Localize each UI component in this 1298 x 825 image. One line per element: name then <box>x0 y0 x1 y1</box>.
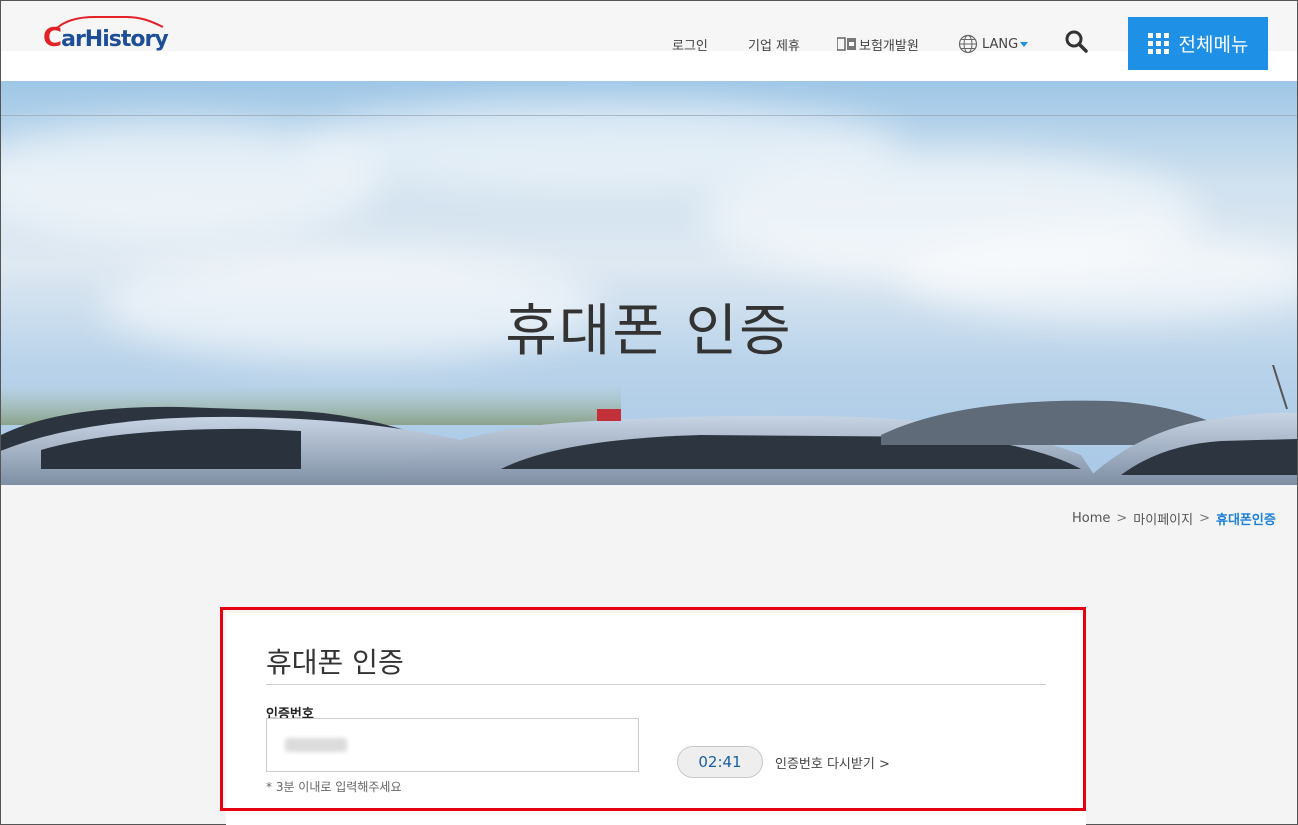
kidi-link[interactable]: 보험개발원 <box>836 35 919 54</box>
header-band <box>1 1 1297 51</box>
breadcrumb-home[interactable]: Home <box>1072 511 1110 526</box>
breadcrumb-current: 휴대폰인증 <box>1216 513 1276 528</box>
chevron-right-icon: > <box>1116 511 1128 526</box>
breadcrumb-mypage[interactable]: 마이페이지 <box>1133 509 1193 528</box>
partner-link[interactable]: 기업 제휴 <box>748 35 800 54</box>
form-title: 휴대폰 인증 <box>266 646 404 679</box>
caret-down-icon <box>1020 41 1029 47</box>
resend-code-link[interactable]: 인증번호 다시받기 > <box>775 753 890 772</box>
language-selector[interactable]: LANG <box>958 34 1029 54</box>
time-limit-hint: * 3분 이내로 입력해주세요 <box>266 780 402 794</box>
carhistory-logo[interactable]: CarHistory <box>43 15 169 55</box>
site-header: CarHistory 로그인 기업 제휴 보험개발원 LANG 전체메뉴 <box>1 1 1297 81</box>
blurred-code-value <box>285 738 347 752</box>
all-menu-button[interactable]: 전체메뉴 <box>1128 17 1268 70</box>
hero-banner: 휴대폰 인증 <box>1 81 1297 485</box>
chevron-right-icon: > <box>1199 511 1211 526</box>
title-divider <box>266 684 1046 685</box>
hero-divider <box>1 115 1297 116</box>
login-link[interactable]: 로그인 <box>672 35 708 54</box>
cars-image <box>1 365 1297 485</box>
breadcrumb: Home > 마이페이지 > 휴대폰인증 <box>1072 509 1276 528</box>
all-menu-label: 전체메뉴 <box>1178 34 1249 56</box>
hero-title: 휴대폰 인증 <box>505 299 793 364</box>
kidi-logo-icon <box>836 37 857 51</box>
countdown-timer: 02:41 <box>677 746 763 778</box>
search-icon[interactable] <box>1064 29 1088 53</box>
globe-icon <box>958 34 978 54</box>
lang-label: LANG <box>982 36 1019 52</box>
grid-menu-icon <box>1147 33 1169 54</box>
kidi-label: 보험개발원 <box>859 38 919 54</box>
logo-text: CarHistory <box>43 23 169 53</box>
